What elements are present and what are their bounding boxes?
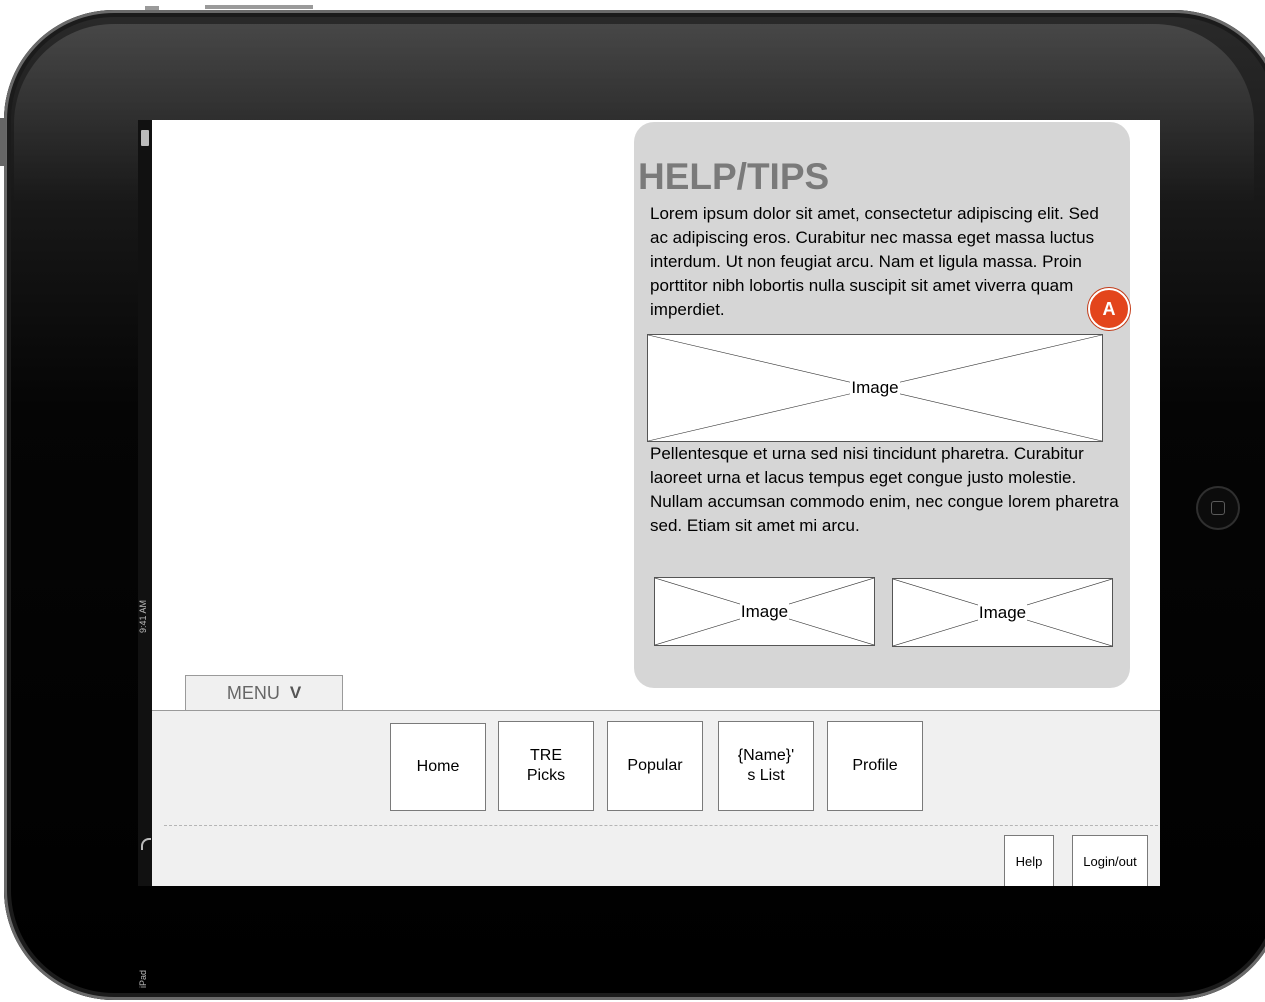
home-button-icon bbox=[1211, 501, 1225, 515]
help-tips-panel: HELP/TIPS Lorem ipsum dolor sit amet, co… bbox=[634, 122, 1130, 688]
nav-name-list-button[interactable]: {Name}' s List bbox=[718, 721, 814, 811]
bottom-navigation: Home TRE Picks Popular {Name}' s List Pr… bbox=[152, 710, 1160, 886]
image-label: Image bbox=[977, 602, 1028, 623]
status-device: iPad bbox=[138, 970, 148, 989]
battery-icon bbox=[141, 130, 149, 146]
app-screen: HELP/TIPS Lorem ipsum dolor sit amet, co… bbox=[152, 120, 1160, 886]
image-label: Image bbox=[850, 378, 900, 398]
nav-profile-button[interactable]: Profile bbox=[827, 721, 923, 811]
status-bar: 9:41 AM iPad bbox=[138, 120, 152, 988]
menu-chevron-icon: V bbox=[289, 683, 302, 702]
help-button[interactable]: Help bbox=[1004, 835, 1054, 886]
annotation-badge-a: A bbox=[1088, 288, 1130, 330]
image-placeholder-large: Image bbox=[647, 334, 1103, 442]
side-switch bbox=[0, 118, 6, 166]
volume-button bbox=[145, 6, 159, 10]
help-paragraph-2: Pellentesque et urna sed nisi tincidunt … bbox=[650, 444, 1119, 535]
menu-label: MENU bbox=[226, 682, 280, 703]
image-label: Image bbox=[739, 601, 790, 622]
image-placeholder-small-2: Image bbox=[892, 578, 1113, 647]
status-time: 9:41 AM bbox=[138, 600, 148, 634]
home-button[interactable] bbox=[1196, 486, 1240, 530]
nav-tre-picks-button[interactable]: TRE Picks bbox=[498, 721, 594, 811]
image-placeholder-small-1: Image bbox=[654, 577, 875, 646]
nav-divider bbox=[164, 825, 1158, 826]
nav-popular-button[interactable]: Popular bbox=[607, 721, 703, 811]
help-paragraph-1: Lorem ipsum dolor sit amet, consectetur … bbox=[650, 204, 1099, 319]
wifi-icon bbox=[141, 838, 151, 850]
power-button bbox=[205, 5, 313, 9]
help-title: HELP/TIPS bbox=[638, 156, 830, 197]
nav-home-button[interactable]: Home bbox=[390, 723, 486, 811]
menu-toggle-tab[interactable]: MENU V bbox=[185, 675, 343, 710]
login-logout-button[interactable]: Login/out bbox=[1072, 835, 1148, 886]
